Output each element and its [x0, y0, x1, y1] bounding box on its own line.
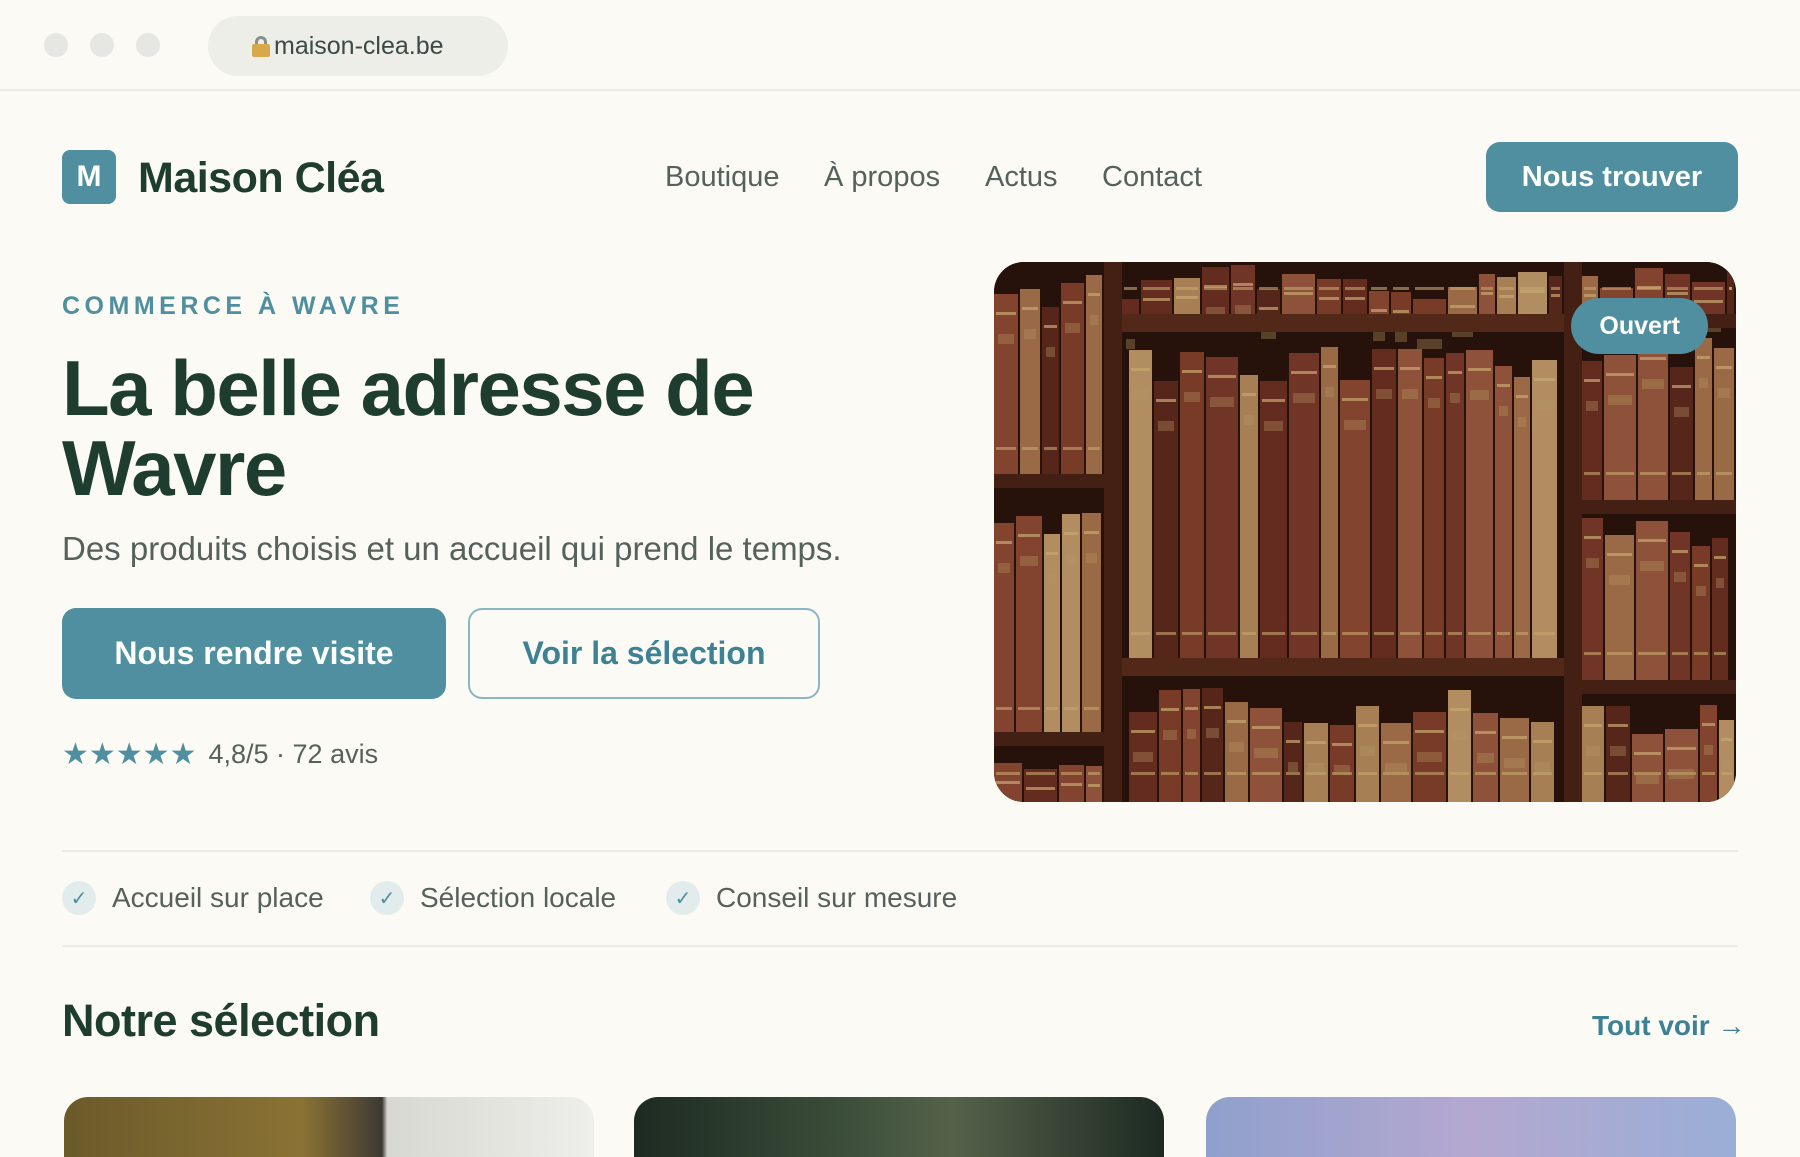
section-title: Notre sélection: [62, 995, 380, 1046]
window-minimize-dot[interactable]: [90, 33, 114, 57]
rating-text: 4,8/5 · 72 avis: [208, 738, 379, 769]
brand-name[interactable]: Maison Cléa: [138, 150, 384, 206]
nav-link-actus[interactable]: Actus: [985, 155, 1058, 199]
nav-link-a-propos[interactable]: À propos: [824, 155, 940, 199]
nav-link-contact[interactable]: Contact: [1102, 155, 1202, 199]
hero-subtitle: Des produits choisis et un accueil qui p…: [62, 530, 842, 567]
features-divider-bottom: [62, 945, 1738, 947]
window-zoom-dot[interactable]: [136, 33, 160, 57]
product-card-image[interactable]: [64, 1097, 594, 1157]
check-icon: ✓: [370, 881, 404, 915]
feature-label: Sélection locale: [420, 882, 617, 913]
product-card-image[interactable]: [1206, 1097, 1736, 1157]
feature-item: ✓ Conseil sur mesure: [666, 878, 957, 918]
star-rating-icon: ★★★★★: [62, 737, 197, 771]
check-icon: ✓: [62, 881, 96, 915]
find-us-button[interactable]: Nous trouver: [1486, 142, 1738, 212]
logo-badge[interactable]: M: [62, 150, 116, 204]
open-status-badge: Ouvert: [1571, 298, 1708, 354]
lock-icon: [252, 36, 270, 57]
window-close-dot[interactable]: [44, 33, 68, 57]
visit-us-button[interactable]: Nous rendre visite: [62, 608, 446, 699]
feature-label: Conseil sur mesure: [716, 882, 958, 913]
see-selection-button[interactable]: Voir la sélection: [468, 608, 820, 699]
rating: ★★★★★ 4,8/5 · 72 avis: [62, 737, 378, 771]
nav-link-boutique[interactable]: Boutique: [665, 155, 780, 199]
feature-item: ✓ Accueil sur place: [62, 878, 324, 918]
see-all-link[interactable]: Tout voir →: [1592, 1010, 1745, 1042]
feature-item: ✓ Sélection locale: [370, 878, 616, 918]
url-text: maison-clea.be: [274, 31, 444, 60]
browser-chrome: maison-clea.be: [0, 0, 1800, 91]
hero-image-bookshelf: Ouvert: [994, 262, 1736, 802]
feature-label: Accueil sur place: [112, 882, 324, 913]
hero-title: La belle adresse de Wavre: [62, 344, 755, 512]
check-icon: ✓: [666, 881, 700, 915]
hero-eyebrow: COMMERCE À WAVRE: [62, 292, 405, 320]
product-card-image[interactable]: [634, 1097, 1164, 1157]
features-divider-top: [62, 850, 1738, 852]
address-bar[interactable]: maison-clea.be: [208, 16, 508, 76]
